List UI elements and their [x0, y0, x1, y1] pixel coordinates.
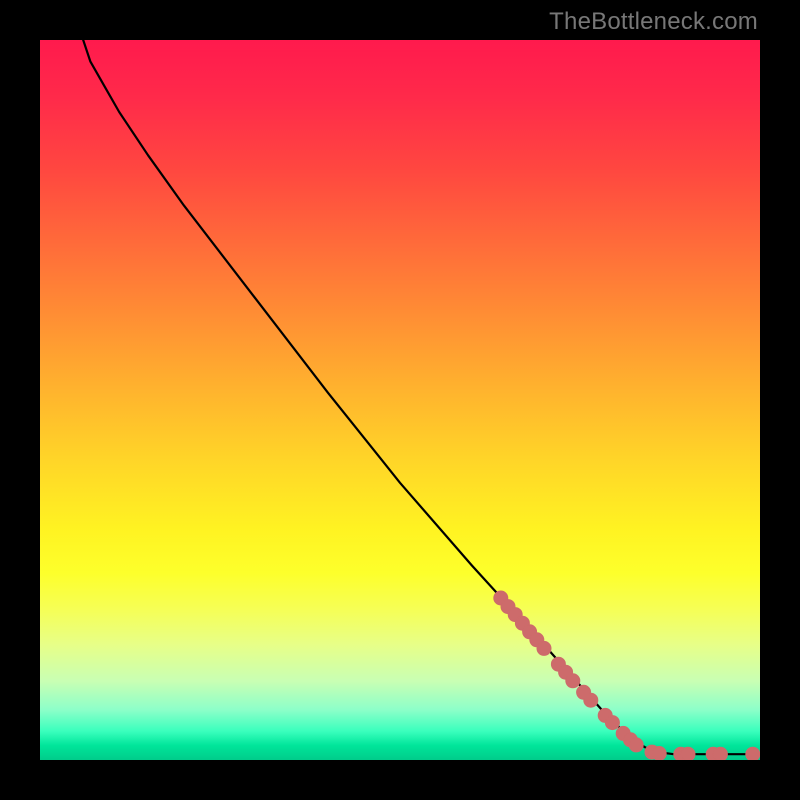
data-marker — [584, 693, 598, 707]
watermark-text: TheBottleneck.com — [549, 8, 758, 36]
marker-group — [494, 591, 760, 760]
chart-svg — [40, 40, 760, 760]
data-marker — [605, 716, 619, 730]
data-marker — [629, 738, 643, 752]
data-marker — [681, 747, 695, 760]
data-marker — [537, 641, 551, 655]
data-marker — [566, 674, 580, 688]
curve-line — [83, 40, 760, 754]
data-marker — [713, 747, 727, 760]
data-marker — [652, 747, 666, 761]
data-marker — [746, 747, 760, 760]
chart-frame: TheBottleneck.com — [0, 0, 800, 800]
plot-area — [40, 40, 760, 760]
